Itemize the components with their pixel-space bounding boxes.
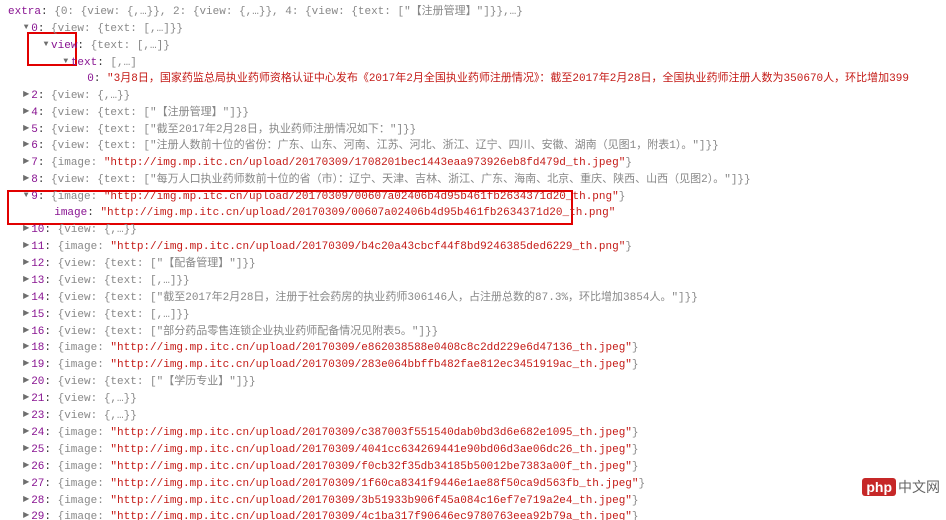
expand-toggle-icon[interactable] xyxy=(21,188,31,204)
expand-toggle-icon[interactable] xyxy=(21,323,31,339)
tree-line-4[interactable]: 4: {view: {text: ["【注册管理】"]}} xyxy=(8,104,938,121)
expand-toggle-icon[interactable] xyxy=(21,492,31,508)
expand-toggle-icon[interactable] xyxy=(21,508,31,520)
tree-line-11[interactable]: 11: {image: "http://img.mp.itc.cn/upload… xyxy=(8,238,938,255)
expand-toggle-icon[interactable] xyxy=(21,441,31,457)
tree-line-14[interactable]: 14: {view: {text: ["截至2017年2月28日，注册于社会药房… xyxy=(8,289,938,306)
tree-line-20[interactable]: 20: {view: {text: ["【学历专业】"]}} xyxy=(8,373,938,390)
expand-toggle-icon[interactable] xyxy=(21,373,31,389)
tree-line-18[interactable]: 18: {image: "http://img.mp.itc.cn/upload… xyxy=(8,339,938,356)
tree-line-19[interactable]: 19: {image: "http://img.mp.itc.cn/upload… xyxy=(8,356,938,373)
expand-toggle-icon[interactable] xyxy=(21,137,31,153)
expand-toggle-icon[interactable] xyxy=(21,154,31,170)
tree-line-25[interactable]: 25: {image: "http://img.mp.itc.cn/upload… xyxy=(8,441,938,458)
tree-line-26[interactable]: 26: {image: "http://img.mp.itc.cn/upload… xyxy=(8,458,938,475)
watermark: php中文网 xyxy=(862,478,940,496)
tree-line-13[interactable]: 13: {view: {text: [,…]}} xyxy=(8,272,938,289)
expand-toggle-icon[interactable] xyxy=(21,424,31,440)
expand-toggle-icon[interactable] xyxy=(61,54,71,70)
expand-toggle-icon[interactable] xyxy=(41,37,51,53)
expand-toggle-icon[interactable] xyxy=(21,407,31,423)
tree-line-2[interactable]: 2: {view: {,…}} xyxy=(8,87,938,104)
tree-line-15[interactable]: 15: {view: {text: [,…]}} xyxy=(8,306,938,323)
tree-line-5[interactable]: 5: {view: {text: ["截至2017年2月28日，执业药师注册情况… xyxy=(8,121,938,138)
tree-line-0-text-0[interactable]: 0: "3月8日，国家药监总局执业药师资格认证中心发布《2017年2月全国执业药… xyxy=(8,71,938,87)
tree-line-0-text[interactable]: text: [,…] xyxy=(8,54,938,71)
expand-toggle-icon[interactable] xyxy=(21,104,31,120)
tree-line-23[interactable]: 23: {view: {,…}} xyxy=(8,407,938,424)
tree-line-28[interactable]: 28: {image: "http://img.mp.itc.cn/upload… xyxy=(8,492,938,509)
expand-toggle-icon[interactable] xyxy=(21,289,31,305)
expand-toggle-icon[interactable] xyxy=(21,339,31,355)
expand-toggle-icon[interactable] xyxy=(21,272,31,288)
tree-line-9[interactable]: 9: {image: "http://img.mp.itc.cn/upload/… xyxy=(8,188,938,205)
tree-line-21[interactable]: 21: {view: {,…}} xyxy=(8,390,938,407)
tree-line-27[interactable]: 27: {image: "http://img.mp.itc.cn/upload… xyxy=(8,475,938,492)
expand-toggle-icon[interactable] xyxy=(21,255,31,271)
expand-toggle-icon[interactable] xyxy=(21,121,31,137)
tree-line-7[interactable]: 7: {image: "http://img.mp.itc.cn/upload/… xyxy=(8,154,938,171)
tree-line-24[interactable]: 24: {image: "http://img.mp.itc.cn/upload… xyxy=(8,424,938,441)
expand-toggle-icon[interactable] xyxy=(21,306,31,322)
tree-line-6[interactable]: 6: {view: {text: ["注册人数前十位的省份：广东、山东、河南、江… xyxy=(8,137,938,154)
tree-line-0[interactable]: 0: {view: {text: [,…]}} xyxy=(8,20,938,37)
tree-line-8[interactable]: 8: {view: {text: ["每万人口执业药师数前十位的省（市）：辽宁、… xyxy=(8,171,938,188)
expand-toggle-icon[interactable] xyxy=(21,171,31,187)
expand-toggle-icon[interactable] xyxy=(21,20,31,36)
tree-line-9-child[interactable]: image: "http://img.mp.itc.cn/upload/2017… xyxy=(8,205,938,221)
json-tree: extra: {0: {view: {,…}}, 2: {view: {,…}}… xyxy=(8,4,938,520)
tree-line-29[interactable]: 29: {image: "http://img.mp.itc.cn/upload… xyxy=(8,508,938,520)
tree-line-12[interactable]: 12: {view: {text: ["【配备管理】"]}} xyxy=(8,255,938,272)
watermark-text: 中文网 xyxy=(898,479,940,495)
expand-toggle-icon[interactable] xyxy=(21,238,31,254)
expand-toggle-icon[interactable] xyxy=(21,87,31,103)
expand-toggle-icon[interactable] xyxy=(21,390,31,406)
tree-line-16[interactable]: 16: {view: {text: ["部分药品零售连锁企业执业药师配备情况见附… xyxy=(8,323,938,340)
tree-root[interactable]: extra: {0: {view: {,…}}, 2: {view: {,…}}… xyxy=(8,4,938,20)
expand-toggle-icon[interactable] xyxy=(21,458,31,474)
expand-toggle-icon[interactable] xyxy=(21,221,31,237)
expand-toggle-icon[interactable] xyxy=(21,475,31,491)
watermark-logo: php xyxy=(862,478,896,496)
tree-line-10[interactable]: 10: {view: {,…}} xyxy=(8,221,938,238)
expand-toggle-icon[interactable] xyxy=(21,356,31,372)
tree-line-0-view[interactable]: view: {text: [,…]} xyxy=(8,37,938,54)
